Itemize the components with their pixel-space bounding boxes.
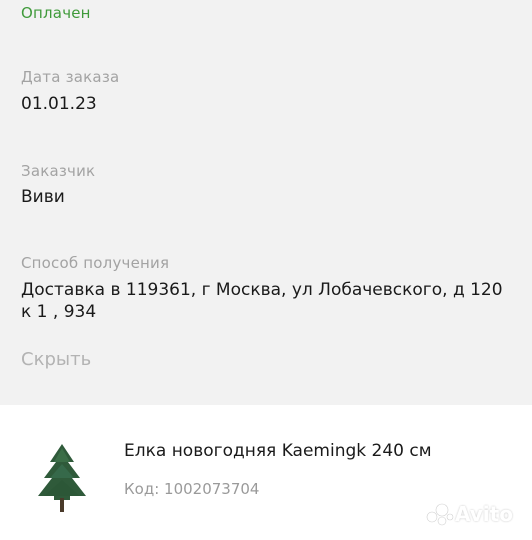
hide-details-link[interactable]: Скрыть <box>21 349 91 370</box>
customer-value: Виви <box>21 187 65 207</box>
product-card[interactable]: Елка новогодняя Kaemingk 240 см Код: 100… <box>0 405 532 540</box>
product-title[interactable]: Елка новогодняя Kaemingk 240 см <box>124 441 432 461</box>
delivery-method-line1: Доставка в 119361, г Москва, ул Лобачевс… <box>21 280 503 300</box>
avito-watermark-text: Avito <box>455 502 513 526</box>
delivery-method-line2: к 1 , 934 <box>21 302 97 322</box>
order-details-panel: Оплачен Дата заказа 01.01.23 Заказчик Ви… <box>0 0 532 405</box>
product-code: Код: 1002073704 <box>124 480 260 498</box>
customer-label: Заказчик <box>21 162 96 180</box>
order-status: Оплачен <box>21 4 91 22</box>
christmas-tree-icon <box>30 440 94 520</box>
delivery-method-label: Способ получения <box>21 254 170 272</box>
order-date-label: Дата заказа <box>21 68 120 86</box>
order-date-value: 01.01.23 <box>21 94 97 114</box>
